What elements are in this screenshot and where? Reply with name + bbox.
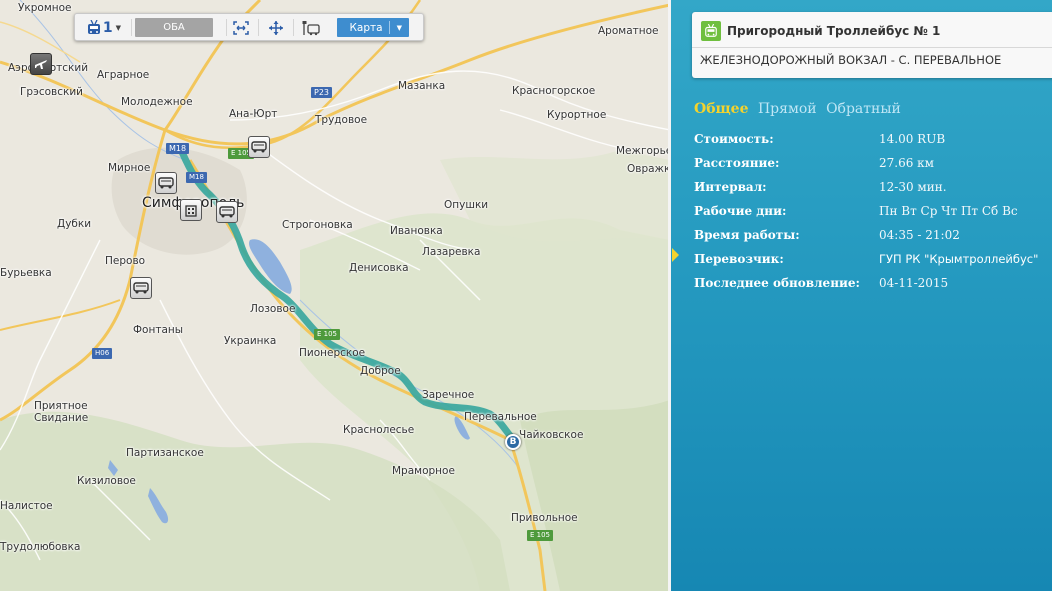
airport-icon[interactable]	[30, 53, 52, 75]
fit-bounds-icon	[233, 20, 249, 35]
place-label: Доброе	[360, 365, 401, 377]
road-shield: H06	[92, 348, 113, 359]
info-row-hours: Время работы: 04:35 - 21:02	[694, 228, 1052, 252]
place-label: Заречное	[422, 389, 475, 401]
info-label: Время работы:	[694, 228, 800, 242]
road-shield: E 105	[527, 530, 554, 541]
road-shield: E 105	[314, 329, 341, 340]
place-label: Кизиловое	[77, 475, 136, 487]
pan-button[interactable]	[264, 18, 288, 37]
place-label: Укромное	[18, 2, 72, 14]
place-label: Ивановка	[390, 225, 443, 237]
place-label: Мраморное	[392, 465, 455, 477]
place-label: Красногорское	[512, 85, 596, 97]
route-info-list: Стоимость: 14.00 RUB Расстояние: 27.66 к…	[694, 132, 1052, 300]
place-label: Чайковское	[519, 429, 584, 441]
info-label: Рабочие дни:	[694, 204, 787, 218]
bus-stop-icon[interactable]	[248, 136, 270, 158]
direction-both-button[interactable]: ОБА	[135, 18, 213, 37]
bus-stop-icon[interactable]	[155, 172, 177, 194]
info-value: Пн Вт Ср Чт Пт Сб Вс	[879, 204, 1018, 218]
collapse-panel-arrow-icon[interactable]	[672, 248, 679, 262]
info-row-distance: Расстояние: 27.66 км	[694, 156, 1052, 180]
place-label: Дубки	[57, 218, 92, 230]
road-shield: P23	[311, 87, 333, 98]
info-value: 12-30 мин.	[879, 180, 947, 194]
route-number: 1	[102, 19, 113, 36]
place-label: Опушки	[444, 199, 489, 211]
place-label: Аграрное	[97, 69, 150, 81]
map-view[interactable]: Укромное Аэрофлотский Аграрное Грэсовски…	[0, 0, 670, 591]
info-row-interval: Интервал: 12-30 мин.	[694, 180, 1052, 204]
chevron-down-icon: ▼	[396, 23, 402, 32]
road-shield: M18	[166, 143, 190, 154]
road-shield: M18	[186, 172, 207, 183]
place-label: Строгоновка	[282, 219, 353, 231]
place-label: Курортное	[547, 109, 607, 121]
carrier-link[interactable]: ГУП РК "Крымтроллейбус"	[879, 252, 1038, 266]
place-label: Приятное Свидание	[34, 400, 89, 424]
place-label: Ана-Юрт	[229, 108, 278, 120]
info-value: 04-11-2015	[879, 276, 949, 290]
map-type-label: Карта	[349, 21, 383, 34]
bus-stop-icon	[302, 20, 320, 35]
show-stops-button[interactable]	[299, 18, 323, 37]
trolleybus-icon	[701, 21, 721, 41]
map-toolbar: 1 ▼ ОБА Карта ▼	[74, 13, 424, 41]
info-row-workdays: Рабочие дни: Пн Вт Ср Чт Пт Сб Вс	[694, 204, 1052, 228]
tab-forward[interactable]: Прямой	[758, 101, 817, 117]
info-tabs: Общее Прямой Обратный	[694, 101, 906, 117]
tab-general[interactable]: Общее	[694, 101, 749, 117]
info-row-carrier: Перевозчик: ГУП РК "Крымтроллейбус"	[694, 252, 1052, 276]
route-name: ЖЕЛЕЗНОДОРОЖНЫЙ ВОКЗАЛ - С. ПЕРЕВАЛЬНОЕ	[700, 53, 1002, 67]
place-label: Межгорье	[616, 145, 670, 157]
place-label: Денисовка	[349, 262, 409, 274]
place-label: Перово	[105, 255, 146, 267]
place-label: Лозовое	[250, 303, 296, 315]
tab-reverse[interactable]: Обратный	[826, 101, 901, 117]
bus-stop-icon[interactable]	[216, 201, 238, 223]
info-value: 14.00 RUB	[879, 132, 946, 146]
info-value: 27.66 км	[879, 156, 935, 170]
place-label: Партизанское	[126, 447, 204, 459]
info-label: Стоимость:	[694, 132, 774, 146]
bus-stop-icon[interactable]	[130, 277, 152, 299]
place-label: Фонтаны	[133, 324, 184, 336]
chevron-down-icon: ▼	[115, 23, 122, 32]
info-row-cost: Стоимость: 14.00 RUB	[694, 132, 1052, 156]
place-label: Привольное	[511, 512, 578, 524]
route-title: Пригородный Троллейбус № 1	[727, 24, 941, 38]
info-label: Расстояние:	[694, 156, 780, 170]
station-building-icon[interactable]	[180, 199, 202, 221]
place-label: Лазаревка	[422, 246, 481, 258]
place-label: Трудолюбовка	[0, 541, 81, 553]
place-label: Украинка	[224, 335, 277, 347]
place-label: Молодежное	[121, 96, 193, 108]
fit-bounds-button[interactable]	[229, 18, 253, 37]
place-label: Овражки	[627, 163, 670, 175]
place-label: Краснолесье	[343, 424, 415, 436]
place-label: Бурьевка	[0, 267, 52, 279]
place-label: Мазанка	[398, 80, 446, 92]
place-label: Пионерское	[299, 347, 366, 359]
info-label: Последнее обновление:	[694, 276, 860, 290]
place-label: Грэсовский	[20, 86, 83, 98]
place-label: Трудовое	[315, 114, 368, 126]
place-label: Ароматное	[598, 25, 659, 37]
move-icon	[269, 20, 283, 35]
trolleybus-icon	[87, 19, 100, 34]
info-label: Перевозчик:	[694, 252, 784, 266]
route-header-card: Пригородный Троллейбус № 1 ЖЕЛЕЗНОДОРОЖН…	[692, 12, 1052, 78]
route-selector[interactable]: 1 ▼	[81, 18, 127, 37]
info-row-updated: Последнее обновление: 04-11-2015	[694, 276, 1052, 300]
info-label: Интервал:	[694, 180, 767, 194]
route-end-marker[interactable]: B	[505, 434, 521, 450]
place-label: Перевальное	[464, 411, 537, 423]
info-value: 04:35 - 21:02	[879, 228, 960, 242]
map-type-select[interactable]: Карта ▼	[337, 18, 409, 37]
place-label: Мирное	[108, 162, 151, 174]
place-label: Налистое	[0, 500, 53, 512]
route-info-panel: Пригородный Троллейбус № 1 ЖЕЛЕЗНОДОРОЖН…	[671, 0, 1052, 591]
